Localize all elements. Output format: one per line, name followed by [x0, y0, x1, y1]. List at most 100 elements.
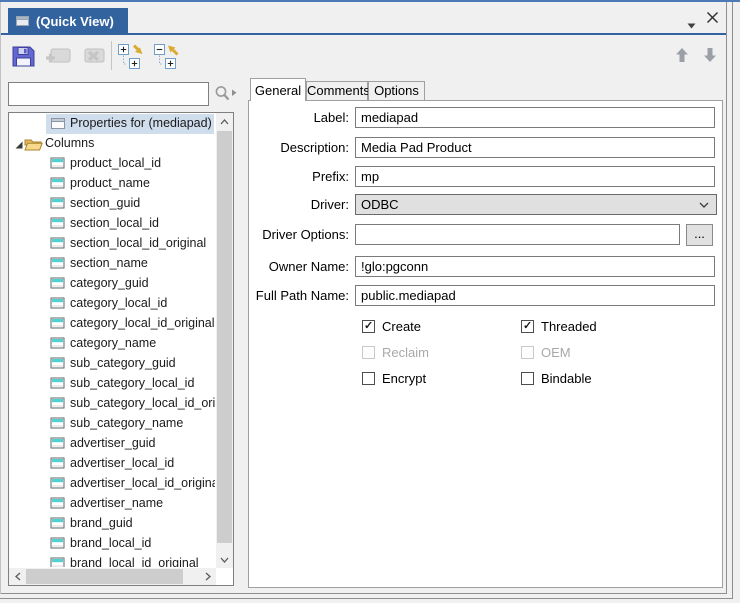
- table-column-icon: [50, 237, 65, 252]
- tree-item-label: brand_local_id_original: [70, 556, 199, 567]
- search-input[interactable]: [8, 82, 209, 106]
- tree-item-column[interactable]: brand_local_id_original: [10, 554, 215, 567]
- move-up-arrow-icon: [675, 47, 689, 63]
- tree-item-column[interactable]: category_name: [10, 334, 215, 354]
- tree-item-label: category_name: [70, 336, 156, 350]
- vertical-scroll-thumb[interactable]: [217, 131, 232, 543]
- tree-item-columns-folder[interactable]: Columns: [10, 134, 215, 154]
- tab-comments[interactable]: Comments: [306, 81, 368, 100]
- delete-panel-icon: [80, 46, 108, 66]
- tree-item-column[interactable]: sub_category_name: [10, 414, 215, 434]
- tree-item-column[interactable]: advertiser_local_id_original: [10, 474, 215, 494]
- driver-options-field[interactable]: [355, 224, 680, 245]
- tree-item-column[interactable]: section_guid: [10, 194, 215, 214]
- tree-item-column[interactable]: category_guid: [10, 274, 215, 294]
- tree-item-label: product_local_id: [70, 156, 161, 170]
- scroll-right-icon[interactable]: [199, 568, 216, 585]
- toolbar-separator: [111, 41, 112, 70]
- tab-quick-view[interactable]: (Quick View): [8, 8, 128, 34]
- tree-item-column[interactable]: brand_local_id: [10, 534, 215, 554]
- add-item-button: [43, 45, 73, 67]
- tree-item-column[interactable]: sub_category_guid: [10, 354, 215, 374]
- tree-item-column[interactable]: section_local_id: [10, 214, 215, 234]
- save-button[interactable]: [9, 43, 37, 69]
- search-icon[interactable]: [213, 85, 241, 103]
- checkbox-icon[interactable]: [521, 372, 534, 385]
- tree-item-label: advertiser_local_id: [70, 456, 174, 470]
- tree-item-column[interactable]: brand_guid: [10, 514, 215, 534]
- description-field[interactable]: [355, 137, 715, 158]
- tree-item-column[interactable]: sub_category_local_id_orig: [10, 394, 215, 414]
- tab-list-caret-icon[interactable]: [687, 16, 699, 26]
- window-top-accent: [0, 0, 740, 2]
- table-column-icon: [50, 357, 65, 372]
- tree-vertical-scrollbar[interactable]: [216, 113, 233, 568]
- tree-item-column[interactable]: section_name: [10, 254, 215, 274]
- driver-options-field-label: Driver Options:: [249, 224, 349, 245]
- expander-triangle-icon[interactable]: [14, 139, 24, 153]
- open-folder-icon: [24, 137, 43, 154]
- column-tree: Properties for (mediapad) Columns produc…: [10, 114, 215, 567]
- checkbox-icon: [362, 346, 375, 359]
- collapse-all-button[interactable]: [152, 42, 184, 70]
- tree-item-column[interactable]: sub_category_local_id: [10, 374, 215, 394]
- full-path-name-field[interactable]: [355, 285, 715, 306]
- tree-item-label: sub_category_local_id: [70, 376, 194, 390]
- tree-item-label: section_guid: [70, 196, 140, 210]
- table-column-icon: [50, 557, 65, 567]
- tree-item-column[interactable]: advertiser_name: [10, 494, 215, 514]
- tree-item-label: section_local_id_original: [70, 236, 206, 250]
- browse-button[interactable]: ...: [686, 224, 713, 246]
- tree-item-label: Properties for (mediapad): [70, 116, 212, 130]
- move-down-arrow-icon: [703, 47, 717, 63]
- checkbox-encrypt[interactable]: Encrypt: [362, 370, 426, 386]
- tree-item-column[interactable]: category_local_id: [10, 294, 215, 314]
- tree-item-column[interactable]: section_local_id_original: [10, 234, 215, 254]
- delete-item-button: [79, 45, 109, 67]
- tree-item-column[interactable]: advertiser_guid: [10, 434, 215, 454]
- tab-general[interactable]: General: [250, 78, 306, 101]
- driver-dropdown[interactable]: ODBC: [355, 194, 717, 215]
- checkbox-threaded[interactable]: Threaded: [521, 318, 597, 334]
- checkbox-icon[interactable]: [362, 320, 375, 333]
- tree-item-properties-root[interactable]: Properties for (mediapad): [10, 114, 215, 134]
- scroll-up-icon[interactable]: [216, 113, 233, 130]
- tree-item-column[interactable]: product_local_id: [10, 154, 215, 174]
- tree-item-column[interactable]: product_name: [10, 174, 215, 194]
- tree-item-label: section_name: [70, 256, 148, 270]
- table-column-icon: [50, 317, 65, 332]
- add-panel-icon: [44, 46, 72, 66]
- tree-selection-highlight: Properties for (mediapad): [46, 114, 214, 134]
- checkbox-icon: [521, 346, 534, 359]
- tree-item-label: Columns: [45, 136, 94, 150]
- scroll-left-icon[interactable]: [9, 568, 26, 585]
- tree-item-label: advertiser_local_id_original: [70, 476, 215, 490]
- label-field[interactable]: [355, 107, 715, 128]
- tree-item-label: section_local_id: [70, 216, 159, 230]
- checkbox-bindable[interactable]: Bindable: [521, 370, 592, 386]
- tree-item-label: category_local_id_original: [70, 316, 215, 330]
- window-border: [0, 593, 727, 594]
- horizontal-scroll-thumb[interactable]: [26, 569, 183, 584]
- tree-item-column[interactable]: category_local_id_original: [10, 314, 215, 334]
- table-column-icon: [50, 157, 65, 172]
- owner-name-field[interactable]: [355, 256, 715, 277]
- checkbox-create[interactable]: Create: [362, 318, 421, 334]
- close-icon[interactable]: [706, 11, 720, 25]
- tree-item-column[interactable]: advertiser_local_id: [10, 454, 215, 474]
- expand-all-button[interactable]: [116, 42, 148, 70]
- quick-view-window: (Quick View): [0, 0, 740, 603]
- scroll-down-icon[interactable]: [216, 551, 233, 568]
- table-column-icon: [50, 537, 65, 552]
- checkbox-icon[interactable]: [521, 320, 534, 333]
- tree-item-label: advertiser_name: [70, 496, 163, 510]
- table-column-icon: [50, 257, 65, 272]
- tree-item-label: sub_category_name: [70, 416, 183, 430]
- checkbox-icon[interactable]: [362, 372, 375, 385]
- table-column-icon: [50, 337, 65, 352]
- prefix-field[interactable]: [355, 166, 715, 187]
- tab-options[interactable]: Options: [368, 81, 425, 100]
- table-column-icon: [50, 437, 65, 452]
- tree-horizontal-scrollbar[interactable]: [9, 568, 216, 585]
- chevron-down-icon: [699, 202, 709, 208]
